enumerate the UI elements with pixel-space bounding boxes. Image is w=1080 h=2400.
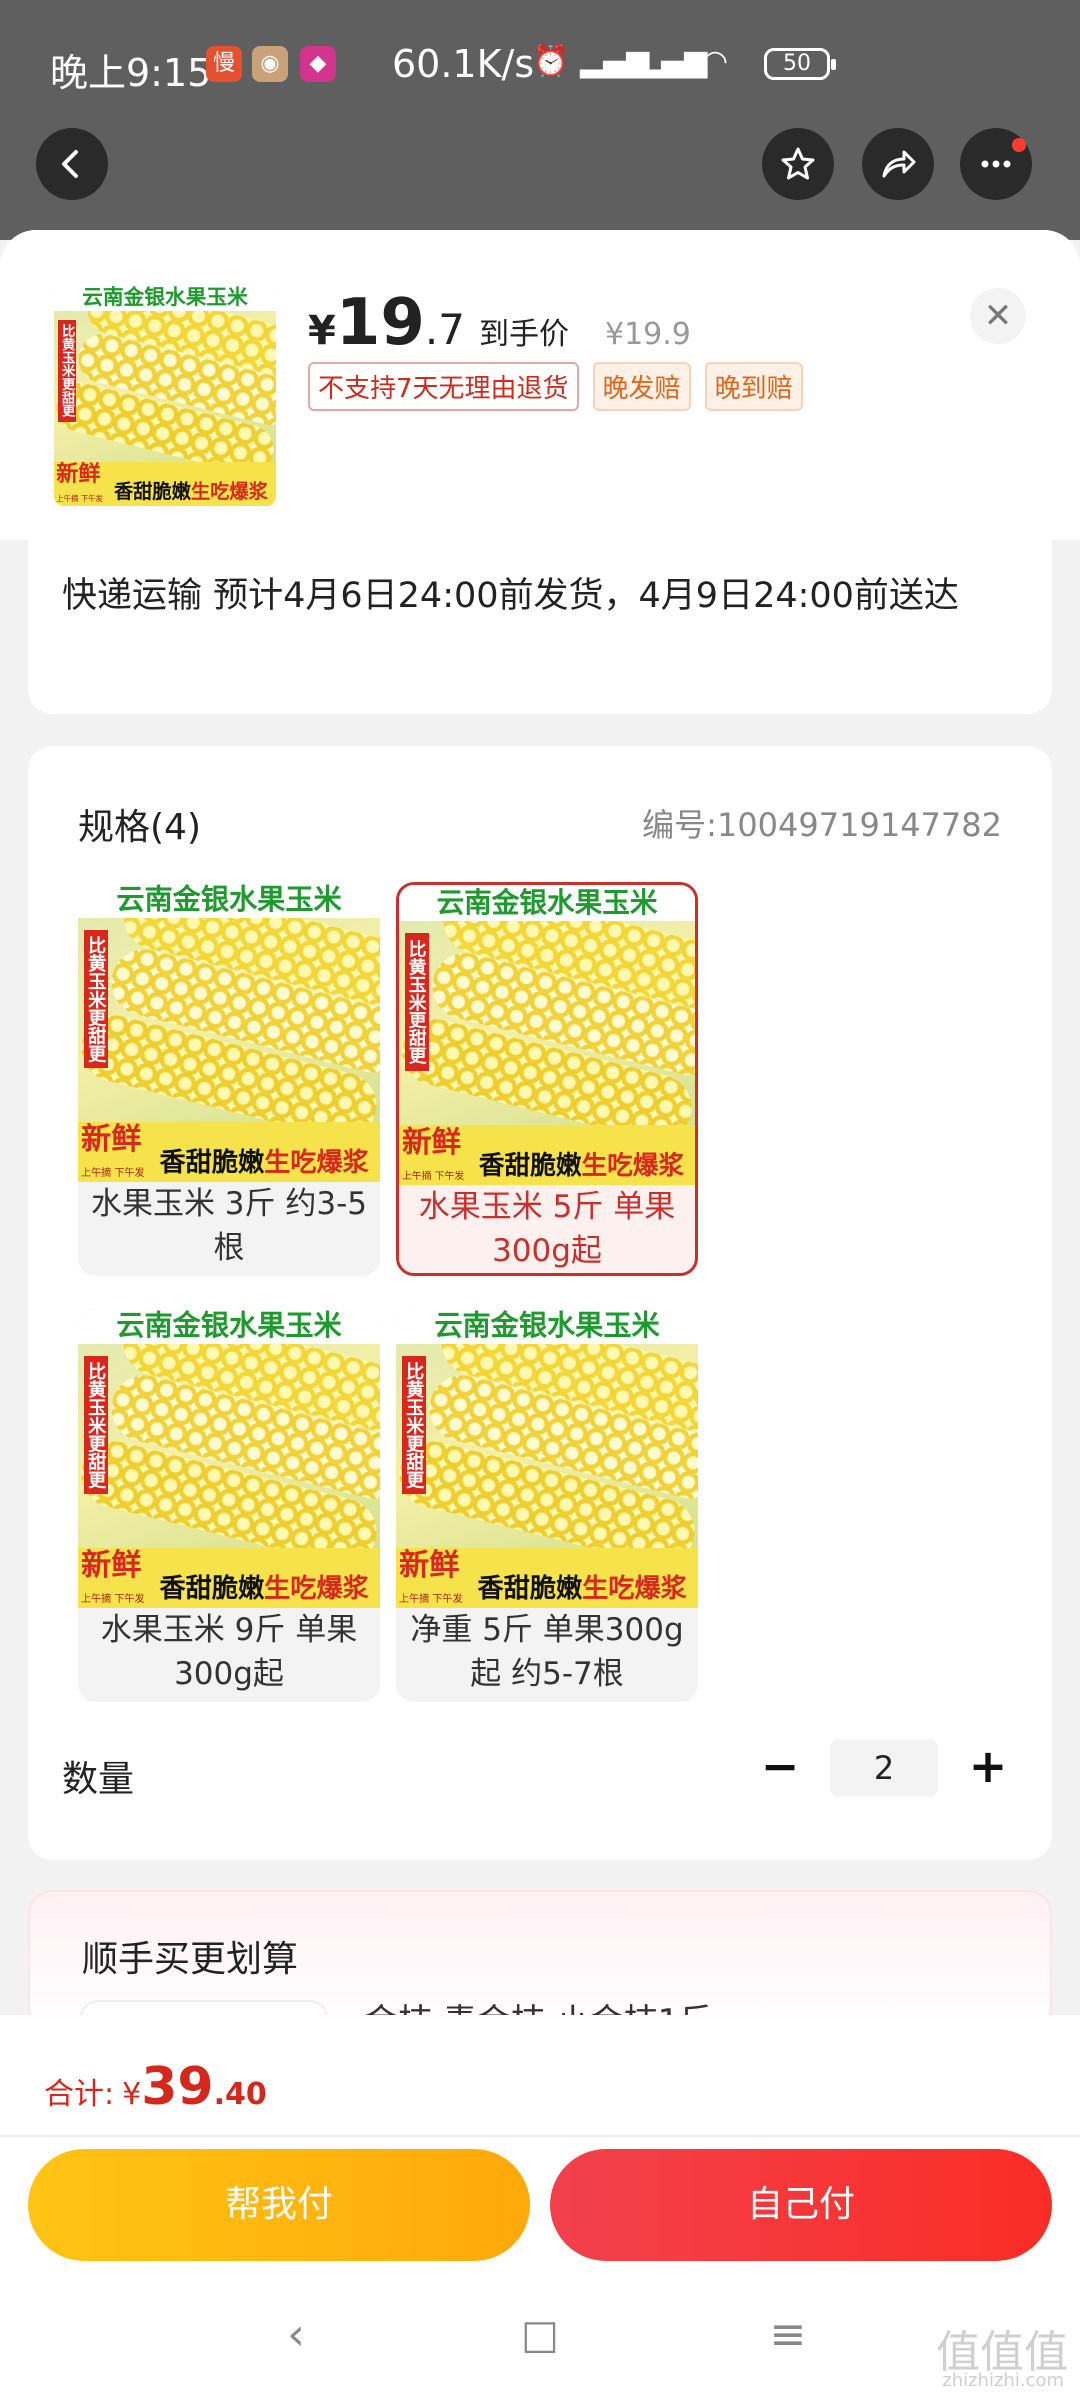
spec-option[interactable]: 云南金银水果玉米 比黄玉米更甜更脆 新鲜 上午摘 下午发 香甜脆嫩生吃爆浆 水果… (78, 1308, 380, 1702)
spec-option-label: 净重 5斤 单果300g起 约5-7根 (410, 1612, 684, 1692)
decrease-button[interactable]: − (750, 1738, 810, 1798)
spec-option-image: 云南金银水果玉米 比黄玉米更甜更脆 新鲜 上午摘 下午发 香甜脆嫩生吃爆浆 (78, 882, 380, 1182)
checkout-footer: 合计: ¥ 39 .40 帮我付 自己付 ‹ □ ≡ (0, 2015, 1080, 2400)
total-symbol: ¥ (122, 2077, 142, 2112)
more-button[interactable] (960, 128, 1032, 200)
quantity-value[interactable]: 2 (830, 1740, 938, 1796)
favorite-button[interactable] (762, 128, 834, 200)
nav-home-icon[interactable]: □ (510, 2305, 570, 2365)
service-tags: 不支持7天无理由退货 晚发赔 晚到赔 (308, 362, 803, 411)
signal-icon: ▂▄▆ (638, 44, 708, 79)
spec-option-selected[interactable]: 云南金银水果玉米 比黄玉米更甜更脆 新鲜 上午摘 下午发 香甜脆嫩生吃爆浆 水果… (396, 882, 698, 1276)
spec-option-image: 云南金银水果玉米 比黄玉米更甜更脆 新鲜 上午摘 下午发 香甜脆嫩生吃爆浆 (396, 1308, 698, 1608)
quantity-stepper: − 2 + (750, 1738, 1018, 1798)
total-price: 合计: ¥ 39 .40 (44, 2057, 267, 2117)
system-nav-bar: ‹ □ ≡ (0, 2285, 1080, 2400)
total-decimal: .40 (213, 2077, 267, 2112)
spec-option-image: 云南金银水果玉米 比黄玉米更甜更脆 新鲜 上午摘 下午发 香甜脆嫩生吃爆浆 (78, 1308, 380, 1608)
tag-late-ship: 晚发赔 (592, 362, 691, 411)
product-code: 编号:10049719147782 (642, 806, 1002, 844)
tag-late-arrive: 晚到赔 (704, 362, 803, 411)
back-button[interactable] (36, 128, 108, 200)
more-icon (981, 160, 1011, 168)
status-time: 晚上9:15 (50, 51, 212, 95)
divider (0, 2135, 1080, 2137)
help-pay-button[interactable]: 帮我付 (28, 2149, 530, 2261)
spec-section: 规格(4) 编号:10049719147782 云南金银水果玉米 比黄玉米更甜更… (28, 746, 1052, 1860)
close-button[interactable]: ✕ (970, 288, 1026, 344)
alarm-icon: ⏰ (532, 44, 570, 79)
star-icon (781, 147, 815, 180)
tag-no-return: 不支持7天无理由退货 (308, 362, 579, 411)
chevron-left-icon (62, 150, 78, 178)
increase-button[interactable]: + (958, 1738, 1018, 1798)
app-notification-icon: ◉ (252, 46, 288, 82)
bundle-section: 顺手买更划算 金桔 青金桔 小金桔1斤 (28, 1890, 1052, 2042)
total-label: 合计: (44, 2077, 115, 2112)
shipping-info: 快递运输 预计4月6日24:00前发货，4月9日24:00前送达 (28, 540, 1052, 714)
app-notification-icon: ◆ (300, 46, 336, 82)
status-bar: 晚上9:15 慢 ◉ ◆ 60.1K/s ⏰ ▂▄▆ ▂▄▆ ◠ 50 (0, 0, 1080, 130)
spec-option[interactable]: 云南金银水果玉米 比黄玉米更甜更脆 新鲜 上午摘 下午发 香甜脆嫩生吃爆浆 净重… (396, 1308, 698, 1702)
notification-dot (1012, 138, 1026, 152)
price-label: 到手价 (478, 317, 569, 352)
price-decimal: .7 (424, 305, 465, 354)
close-icon: ✕ (983, 296, 1013, 336)
spec-option-image: 云南金银水果玉米 比黄玉米更甜更脆 新鲜 上午摘 下午发 香甜脆嫩生吃爆浆 (399, 885, 695, 1185)
spec-title: 规格(4) (78, 807, 201, 848)
spec-option-label: 水果玉米 3斤 约3-5根 (90, 1186, 368, 1266)
self-pay-button[interactable]: 自己付 (550, 2149, 1052, 2261)
spec-option[interactable]: 云南金银水果玉米 比黄玉米更甜更脆 新鲜 上午摘 下午发 香甜脆嫩生吃爆浆 水果… (78, 882, 380, 1276)
price-integer: 19 (335, 286, 425, 360)
sheet-header: 云南金银水果玉米 比黄玉米更甜更脆 新鲜 上午摘 下午发 香甜脆嫩生吃爆浆 ¥ … (0, 230, 1080, 540)
wifi-icon: ◠ (702, 44, 729, 79)
product-thumbnail: 云南金银水果玉米 比黄玉米更甜更脆 新鲜 上午摘 下午发 香甜脆嫩生吃爆浆 (54, 284, 276, 506)
share-icon (882, 150, 916, 178)
total-integer: 39 (141, 2057, 214, 2117)
spec-option-label: 水果玉米 9斤 单果300g起 (100, 1612, 358, 1692)
watermark-url: zhizhizhi.com (942, 2370, 1064, 2391)
nav-back-icon[interactable]: ‹ (266, 2305, 326, 2365)
bundle-title: 顺手买更划算 (82, 1939, 299, 1980)
original-price: ¥19.9 (604, 317, 691, 352)
share-button[interactable] (862, 128, 934, 200)
quantity-label: 数量 (62, 1759, 135, 1800)
app-notification-icon: 慢 (206, 46, 242, 82)
battery-icon: 50 (764, 48, 836, 80)
price-symbol: ¥ (308, 308, 336, 354)
price-row: ¥ 19 .7 到手价 ¥19.9 (308, 286, 691, 360)
spec-option-label: 水果玉米 5斤 单果300g起 (418, 1189, 676, 1269)
network-speed: 60.1K/s (392, 42, 535, 86)
nav-menu-icon[interactable]: ≡ (758, 2305, 818, 2365)
